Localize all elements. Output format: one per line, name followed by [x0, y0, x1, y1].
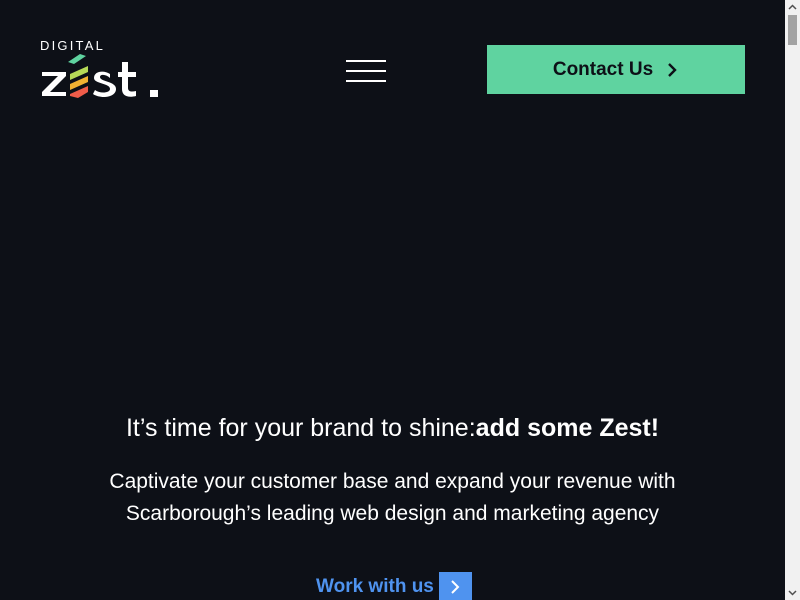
menu-line: [346, 60, 386, 62]
zest-logo-mark: [42, 54, 158, 98]
scroll-down-arrow-icon[interactable]: [785, 585, 800, 600]
chevron-right-icon: [668, 62, 677, 77]
contact-us-label: Contact Us: [552, 58, 654, 80]
hamburger-menu-icon[interactable]: [344, 58, 388, 86]
scroll-up-arrow-icon[interactable]: [785, 0, 800, 15]
chevron-right-icon: [438, 572, 472, 600]
scrollbar-thumb[interactable]: [788, 15, 797, 45]
headline-bold: add some Zest!: [475, 414, 660, 442]
menu-line: [346, 70, 386, 72]
headline-regular: It’s time for your brand to shine:: [125, 414, 476, 442]
work-with-us-label: Work with us: [316, 576, 434, 597]
hero-headline: It’s time for your brand to shine:add so…: [0, 410, 785, 446]
menu-line: [346, 80, 386, 82]
vertical-scrollbar[interactable]: [785, 0, 800, 600]
page: DIGITAL Contact Us It’s time for your br…: [0, 0, 785, 600]
digital-zest-logo[interactable]: DIGITAL: [40, 38, 164, 102]
work-with-us-button[interactable]: Work with us: [316, 572, 472, 600]
hero-subtext: Captivate your customer base and expand …: [109, 470, 676, 525]
contact-us-button[interactable]: Contact Us: [487, 45, 745, 94]
